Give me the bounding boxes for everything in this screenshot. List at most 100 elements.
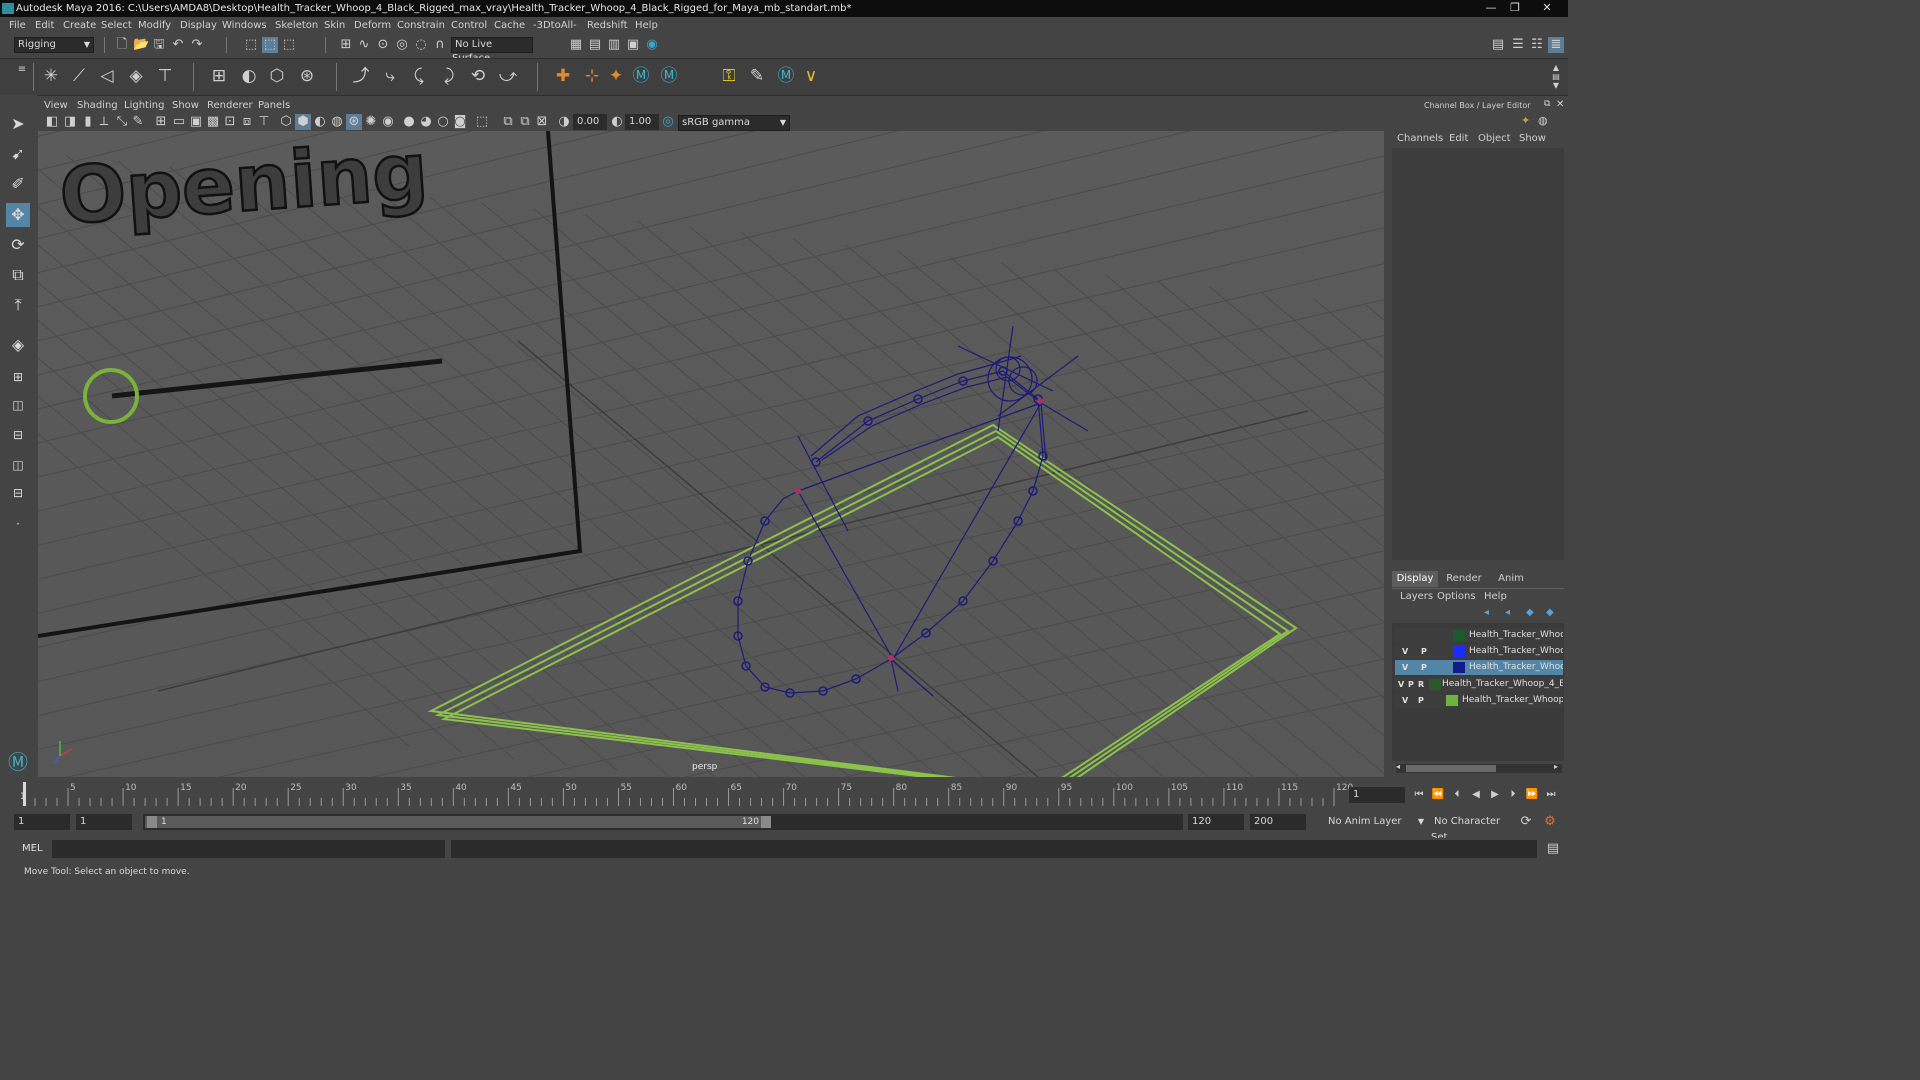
layer-row[interactable]: V P Health_Tracker_Whoop_4_Black_Rigged_… [1395,644,1563,659]
move-layer-up-icon[interactable]: ◂ [1484,607,1489,618]
gamma-field[interactable]: 1.00 [625,114,659,130]
move-layer-down-icon[interactable]: ◂ [1505,607,1510,618]
xray-icon[interactable]: ⬚ [474,114,490,130]
layer-playback-toggle[interactable]: P [1421,660,1427,675]
maya-m3-icon[interactable]: Ⓜ [775,65,797,87]
vp-menu-shading[interactable]: Shading [77,100,118,111]
character-set-dropdown[interactable]: No Character Set [1431,814,1517,843]
menu-deform[interactable]: Deform [354,20,391,31]
safe-title-icon[interactable]: ⊤ [256,114,272,130]
menu-3dtoall[interactable]: -3DtoAll- [533,20,577,31]
snap-surface-icon[interactable]: ◌ [413,37,429,53]
layer-scrollbar-thumb[interactable] [1406,765,1496,772]
options-icon[interactable]: ◍ [1538,114,1548,127]
shelf-scroll-icon[interactable]: ▲ ▤ ▼ [1548,63,1564,91]
step-forward-frame-icon[interactable]: ⏵ [1505,787,1521,803]
new-scene-icon[interactable]: 🗋 [114,37,130,53]
layer-playback-toggle[interactable]: P [1408,677,1414,692]
close-panel-icon[interactable]: ✕ [1556,99,1564,110]
two-d-pan-icon[interactable]: ⤡ [114,114,130,130]
redo-icon[interactable]: ↷ [189,37,205,53]
lasso-tool-icon[interactable]: ➹ [6,142,30,166]
layer-playback-toggle[interactable]: P [1421,644,1427,659]
hypershade-icon[interactable]: ◉ [644,37,660,53]
new-layer-icon[interactable]: ◆ [1526,607,1534,618]
menu-cache[interactable]: Cache [494,20,525,31]
layout-graph-icon[interactable]: ◫ [6,453,30,477]
pin-icon[interactable]: ✦ [1521,114,1530,127]
scroll-left-icon[interactable]: ◂ [1396,762,1400,771]
animation-start-field[interactable]: 1 [14,814,70,830]
layer-color-swatch[interactable] [1446,695,1458,706]
vp-menu-renderer[interactable]: Renderer [207,100,253,111]
mirror-weights-icon[interactable]: ⟲ [467,65,489,87]
animation-end-field[interactable]: 200 [1250,814,1306,830]
layer-color-swatch[interactable] [1453,646,1465,657]
safe-action-icon[interactable]: ⧈ [239,114,255,130]
orient-joint-icon[interactable]: ◈ [125,65,147,87]
scale-tool-icon[interactable]: ⧉ [6,263,30,287]
shadows-icon[interactable]: ✺ [363,114,379,130]
image-plane-icon[interactable]: ⟂ [96,114,112,130]
orient-constraint-icon[interactable]: ✦ [605,65,627,87]
resolution-gate-icon[interactable]: ▣ [188,114,204,130]
vp-menu-show[interactable]: Show [172,100,199,111]
range-slider[interactable]: 1 120 [143,814,1183,830]
xray-joints-icon[interactable]: ⧉ [500,114,516,130]
layout-outliner-icon[interactable]: ⊟ [6,423,30,447]
smooth-shade-icon[interactable]: ⬢ [295,114,311,130]
rigid-bind-icon[interactable]: ⤷ [379,65,401,87]
layout-four-panes-icon[interactable]: ⊞ [6,365,30,389]
maximize-button[interactable]: ❐ [1504,1,1526,15]
layer-row[interactable]: V P R Health_Tracker_Whoop_4_Black_Rigge… [1395,677,1563,692]
anti-aliasing-icon[interactable]: ◕ [418,114,434,130]
insert-joint-icon[interactable]: ⟋ [68,65,90,87]
new-layer-selected-icon[interactable]: ◆ [1546,607,1554,618]
maya-m-icon[interactable]: Ⓜ [630,65,652,87]
layer-menu-options[interactable]: Options [1437,591,1476,602]
render-frame-icon[interactable]: ▦ [568,37,584,53]
layer-scrollbar[interactable]: ◂ ▸ [1396,762,1562,773]
paint-weights-icon[interactable]: ⤹ [408,65,430,87]
select-tool-icon[interactable]: ➤ [6,112,30,136]
mirror-joint-icon[interactable]: ◁ [96,65,118,87]
save-scene-icon[interactable]: 🖫 [151,37,167,53]
menu-set-dropdown[interactable]: Rigging ▼ [14,37,94,53]
layer-tab-render[interactable]: Render [1441,571,1487,587]
command-language-label[interactable]: MEL [22,843,43,854]
snap-view-icon[interactable]: ◎ [394,37,410,53]
motion-blur-icon[interactable]: ● [401,114,417,130]
go-to-end-icon[interactable]: ⏭ [1543,787,1559,803]
layer-visibility-toggle[interactable]: V [1398,677,1404,692]
ipr-render-icon[interactable]: ▥ [606,37,622,53]
menu-create[interactable]: Create [63,20,96,31]
camera-attributes-icon[interactable]: ◨ [62,114,78,130]
snap-curve-icon[interactable]: ∿ [356,37,372,53]
menu-edit[interactable]: Edit [35,20,54,31]
move-tool-icon[interactable]: ✥ [6,203,30,227]
maya-m2-icon[interactable]: Ⓜ [658,65,680,87]
close-button[interactable]: ✕ [1528,1,1566,15]
auto-key-icon[interactable]: ⟳ [1518,814,1534,830]
menu-control[interactable]: Control [451,20,487,31]
point-constraint-icon[interactable]: ✚ [552,65,574,87]
layer-row[interactable]: Health_Tracker_Whoop_4_Black_Rigged_cont… [1395,628,1563,643]
bookmark-icon[interactable]: ▮ [80,114,96,130]
command-input[interactable] [52,840,445,858]
menu-windows[interactable]: Windows [222,20,267,31]
layer-visibility-toggle[interactable]: V [1402,693,1408,708]
backface-culling-icon[interactable]: ⊠ [534,114,550,130]
play-backwards-icon[interactable]: ◀ [1468,787,1484,803]
vp-menu-view[interactable]: View [44,100,68,111]
ik-handle-icon[interactable]: ⊤ [154,65,176,87]
more-layouts-icon[interactable]: · [6,512,30,536]
layer-menu-layers[interactable]: Layers [1400,591,1433,602]
perspective-viewport[interactable]: Opening persp [38,131,1384,777]
script-editor-icon[interactable]: ▤ [1545,841,1561,857]
isolate-select-icon[interactable]: ◙ [452,114,468,130]
shelf-menu-icon[interactable]: ≡ [14,62,30,90]
open-scene-icon[interactable]: 📂 [133,37,149,53]
view-transform-dropdown[interactable]: sRGB gamma ▼ [678,115,790,131]
menu-constrain[interactable]: Constrain [397,20,445,31]
menu-help[interactable]: Help [635,20,658,31]
